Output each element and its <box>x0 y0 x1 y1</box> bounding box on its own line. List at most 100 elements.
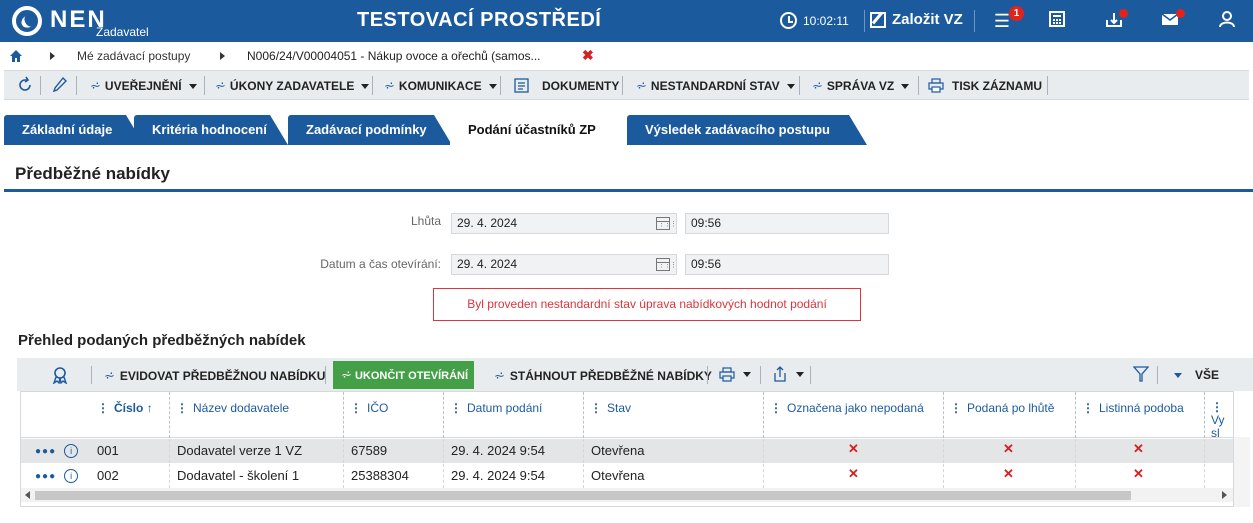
deadline-time-value: 09:56 <box>691 216 722 230</box>
user-icon[interactable] <box>1216 10 1238 32</box>
opening-time-value: 09:56 <box>691 257 722 271</box>
menu-label: SPRÁVA VZ <box>826 79 895 93</box>
cross-icon: ✕ <box>1133 466 1144 481</box>
column-header-datum[interactable]: ⋮ Datum podání <box>443 392 583 438</box>
calculator-icon[interactable] <box>1046 10 1068 32</box>
opening-date-field[interactable]: 29. 4. 2024 <box>451 254 677 275</box>
cell-divider <box>943 464 944 488</box>
more-icon[interactable]: ●●● <box>35 471 56 482</box>
info-icon[interactable]: i <box>64 444 79 458</box>
close-icon[interactable]: ✖ <box>582 47 594 64</box>
menu-tisk-zaznamu[interactable]: TISK ZÁZNAMU <box>928 78 1042 93</box>
edit-icon <box>870 11 886 28</box>
column-header-ico[interactable]: ⋮ IČO <box>343 392 443 438</box>
calendar-icon[interactable] <box>656 217 676 230</box>
logo-icon <box>12 6 42 36</box>
export-menu-button[interactable] <box>772 366 804 382</box>
print-menu-button[interactable] <box>719 367 751 382</box>
scroll-left-icon[interactable] <box>25 491 30 499</box>
cell-cislo: 001 <box>97 443 119 458</box>
caret-down-icon <box>488 83 497 89</box>
tab-podani-ucastniku[interactable]: Podání účastníků ZP <box>450 115 630 145</box>
cell-divider <box>943 439 944 463</box>
record-offer-button[interactable]: ⩫ EVIDOVAT PŘEDBĚŽNOU NABÍDKU <box>104 368 325 384</box>
cell-divider <box>1075 464 1076 488</box>
column-header-nepodana[interactable]: ⋮ Označena jako nepodaná <box>763 392 943 438</box>
info-icon[interactable]: i <box>64 469 79 483</box>
caret-down-icon <box>1174 372 1182 378</box>
header-actions <box>21 392 91 438</box>
header-label: Stav <box>607 401 632 415</box>
cross-icon: ✕ <box>848 441 859 456</box>
horizontal-scrollbar[interactable] <box>21 488 1233 502</box>
menu-dokumenty[interactable]: DOKUMENTY <box>514 78 619 93</box>
scroll-right-icon[interactable] <box>1222 491 1227 499</box>
menu-label: ÚKONY ZADAVATELE <box>229 79 355 93</box>
breadcrumb-current[interactable]: N006/24/V00004051 - Nákup ovoce a ořechů… <box>247 49 541 63</box>
award-icon[interactable] <box>51 366 69 384</box>
vertical-scrollbar[interactable] <box>1234 437 1250 507</box>
document-icon <box>514 78 529 93</box>
caret-down-icon <box>361 83 370 89</box>
table-row[interactable]: ●●● i 001 Dodavatel verze 1 VZ 67589 29.… <box>21 439 1233 463</box>
view-all-dropdown[interactable]: VŠE <box>1174 368 1219 382</box>
caret-down-icon <box>796 371 804 377</box>
nonstandard-state-alert: Byl proveden nestandardní stav úprava na… <box>433 288 861 321</box>
caret-down-icon <box>743 372 751 377</box>
tab-kriteria-hodnoceni[interactable]: Kritéria hodnocení <box>134 115 288 145</box>
column-header-vysledek[interactable]: ⋮ Vy sl <box>1204 392 1233 438</box>
list-icon: ⩫ <box>90 78 101 93</box>
create-vz-button[interactable]: Založit VZ <box>870 11 963 28</box>
calendar-icon[interactable] <box>656 258 676 271</box>
column-header-po-lhute[interactable]: ⋮ Podaná po lhůtě <box>943 392 1075 438</box>
home-icon[interactable] <box>10 50 22 62</box>
opening-label: Datum a čas otevírání: <box>320 257 441 271</box>
more-icon[interactable]: ●●● <box>35 446 56 457</box>
divider <box>91 366 92 384</box>
menu-uverejneni[interactable]: ⩫ UVEŘEJNĚNÍ <box>90 78 197 94</box>
export-icon <box>774 366 786 382</box>
pencil-icon[interactable] <box>52 76 68 94</box>
menu-ukony-zadavatele[interactable]: ⩫ ÚKONY ZADAVATELE <box>215 78 370 94</box>
divider <box>918 76 919 95</box>
column-header-stav[interactable]: ⋮ Stav <box>583 392 763 438</box>
session-timer: 10:02:11 <box>780 12 849 29</box>
tab-vysledek[interactable]: Výsledek zadávacího postupu <box>627 115 867 145</box>
clock-value: 10:02:11 <box>803 13 849 28</box>
menu-nestandardni-stav[interactable]: ⩫ NESTANDARDNÍ STAV <box>636 78 795 94</box>
logo-subtitle: Zadavatel <box>96 25 149 39</box>
list-icon: ⩫ <box>636 78 647 93</box>
refresh-icon[interactable] <box>16 76 34 94</box>
deadline-label: Lhůta <box>410 214 441 228</box>
finish-opening-button[interactable]: ⩫ UKONČIT OTEVÍRÁNÍ <box>333 361 474 389</box>
page-title: Předběžné nabídky <box>15 164 170 183</box>
tab-zakladni-udaje[interactable]: Základní údaje <box>4 115 144 145</box>
list-icon: ⩫ <box>104 368 115 383</box>
scroll-thumb[interactable] <box>35 491 1131 500</box>
caret-down-icon <box>901 83 910 89</box>
deadline-time-field[interactable]: 09:56 <box>685 213 889 234</box>
caret-down-icon <box>786 83 795 89</box>
cell-datum: 29. 4. 2024 9:54 <box>451 443 545 458</box>
opening-time-field[interactable]: 09:56 <box>685 254 889 275</box>
mail-alert-dot <box>1176 9 1185 18</box>
menu-komunikace[interactable]: ⩫ KOMUNIKACE <box>384 78 497 94</box>
row-actions: ●●● i <box>35 469 79 483</box>
tab-zadavaci-podminky[interactable]: Zadávací podmínky <box>288 115 452 145</box>
list-icon: ⩫ <box>384 78 395 93</box>
divider <box>1157 366 1158 384</box>
nen-logo[interactable]: NEN <box>12 6 107 36</box>
menu-sprava-vz[interactable]: ⩫ SPRÁVA VZ <box>812 78 910 94</box>
cross-icon: ✕ <box>848 466 859 481</box>
deadline-date-field[interactable]: 29. 4. 2024 <box>451 213 677 234</box>
offers-grid: ⋮ Číslo ↑ ⋮ Název dodavatele ⋮ IČO ⋮ Datum p… <box>20 391 1234 507</box>
column-header-nazev[interactable]: ⋮ Název dodavatele <box>169 392 343 438</box>
breadcrumb-item[interactable]: Mé zadávací postupy <box>77 49 190 63</box>
filter-icon[interactable] <box>1133 366 1149 383</box>
environment-title: TESTOVACÍ PROSTŘEDÍ <box>357 9 602 31</box>
column-header-cislo[interactable]: ⋮ Číslo ↑ <box>91 392 171 438</box>
column-header-listinna[interactable]: ⋮ Listinná podoba <box>1075 392 1204 438</box>
cell-datum: 29. 4. 2024 9:54 <box>451 468 545 483</box>
table-row[interactable]: ●●● i 002 Dodavatel - školení 1 25388304… <box>21 464 1233 488</box>
download-offers-button[interactable]: ⩫ STÁHNOUT PŘEDBĚŽNÉ NABÍDKY <box>494 368 712 384</box>
